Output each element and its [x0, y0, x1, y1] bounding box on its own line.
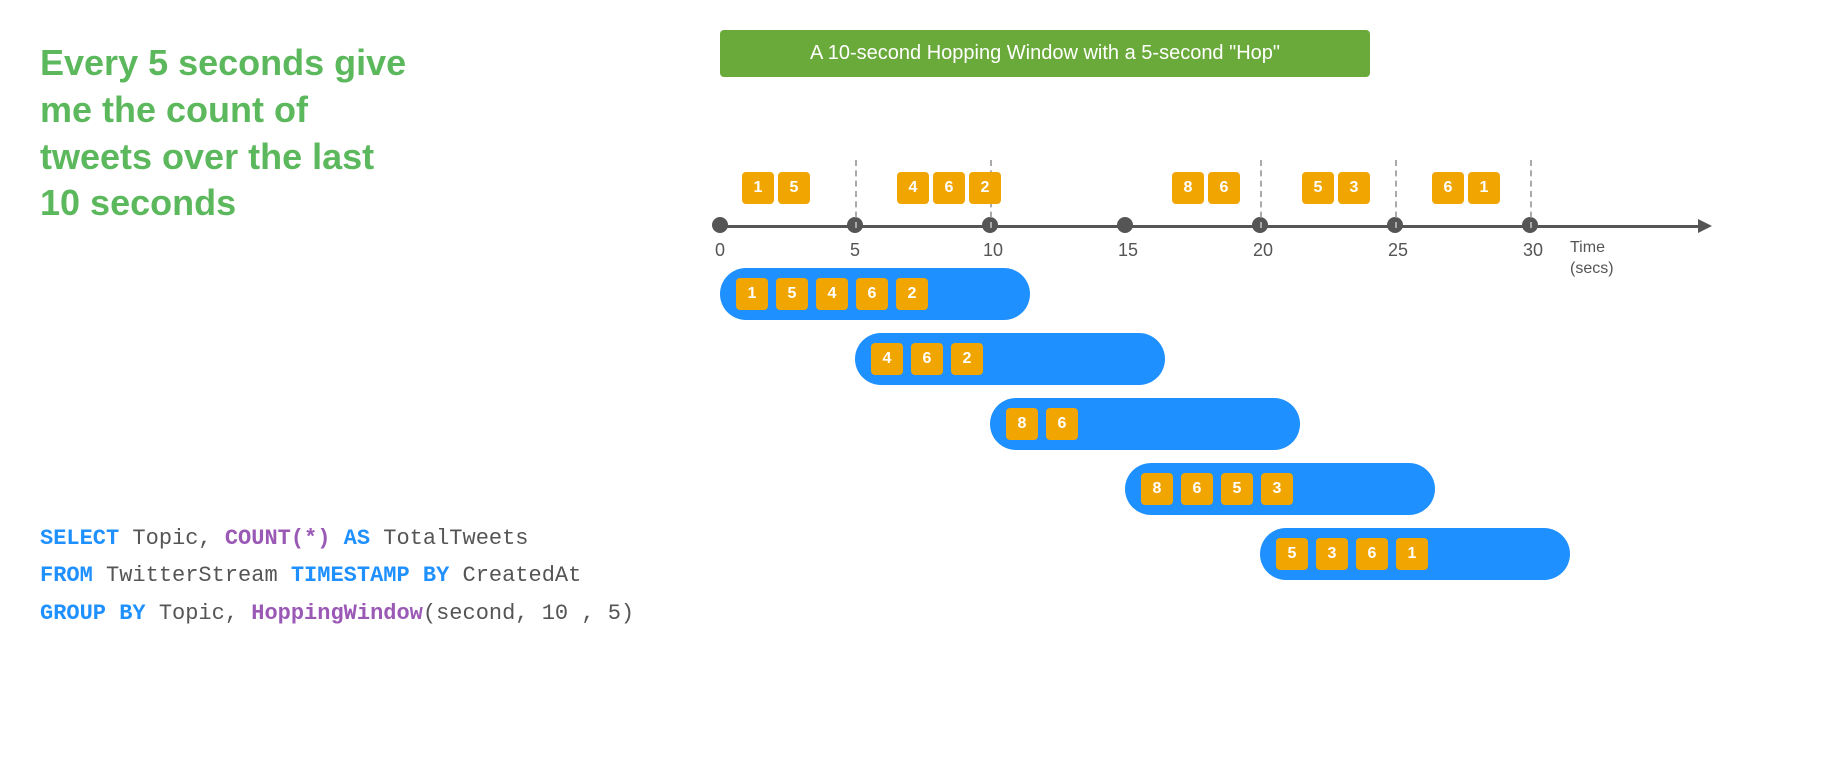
timeline-axis — [720, 225, 1700, 228]
top-badge-group-4: 5 3 — [1300, 172, 1372, 204]
sql-timestamp-kw: TIMESTAMP — [291, 563, 410, 588]
description-text: Every 5 seconds give me the count of twe… — [40, 40, 420, 227]
hop-window-2: 4 6 2 — [855, 333, 1165, 385]
sql-select-kw: SELECT — [40, 526, 119, 551]
sql-group-kw: GROUP — [40, 601, 106, 626]
timeline-label-10: 10 — [983, 240, 1003, 261]
w4-badge-6: 6 — [1181, 473, 1213, 505]
badge-6b: 6 — [1208, 172, 1240, 204]
w2-badge-4: 4 — [871, 343, 903, 375]
badge-8a: 8 — [1172, 172, 1204, 204]
w1-badge-1: 1 — [736, 278, 768, 310]
sql-as-kw: AS — [330, 526, 370, 551]
badge-6c: 6 — [1432, 172, 1464, 204]
sql-count-kw: COUNT(*) — [225, 526, 331, 551]
timeline-label-30: 30 — [1523, 240, 1543, 261]
w4-badge-3: 3 — [1261, 473, 1293, 505]
badge-1b: 1 — [1468, 172, 1500, 204]
w2-badge-6: 6 — [911, 343, 943, 375]
w5-badge-3: 3 — [1316, 538, 1348, 570]
hop-window-4: 8 6 5 3 — [1125, 463, 1435, 515]
dashed-line-25 — [1395, 160, 1397, 228]
w1-badge-6: 6 — [856, 278, 888, 310]
w1-badge-2: 2 — [896, 278, 928, 310]
sql-by2-kw: BY — [106, 601, 146, 626]
badge-1a: 1 — [742, 172, 774, 204]
w1-badge-5: 5 — [776, 278, 808, 310]
title-banner: A 10-second Hopping Window with a 5-seco… — [720, 30, 1370, 77]
badge-2a: 2 — [969, 172, 1001, 204]
sql-block: SELECT Topic, COUNT(*) AS TotalTweets FR… — [40, 520, 634, 632]
w4-badge-8: 8 — [1141, 473, 1173, 505]
w3-badge-8: 8 — [1006, 408, 1038, 440]
top-badge-group-2: 4 6 2 — [895, 172, 1003, 204]
timeline-area: 0 5 10 15 20 25 30 Time(secs) 1 5 4 6 2 … — [680, 120, 1780, 680]
badge-5b: 5 — [1302, 172, 1334, 204]
w5-badge-6: 6 — [1356, 538, 1388, 570]
dashed-line-20 — [1260, 160, 1262, 228]
sql-line1: SELECT Topic, COUNT(*) AS TotalTweets — [40, 520, 634, 557]
sql-by-kw: BY — [410, 563, 450, 588]
dashed-line-30 — [1530, 160, 1532, 228]
w5-badge-5: 5 — [1276, 538, 1308, 570]
hop-window-3: 8 6 — [990, 398, 1300, 450]
timeline-dot-0 — [712, 217, 728, 233]
sql-from-kw: FROM — [40, 563, 93, 588]
timeline-label-5: 5 — [850, 240, 860, 261]
top-badge-group-1: 1 5 — [740, 172, 812, 204]
w4-badge-5: 5 — [1221, 473, 1253, 505]
top-badge-group-3: 8 6 — [1170, 172, 1242, 204]
dashed-line-5 — [855, 160, 857, 228]
timeline-label-15: 15 — [1118, 240, 1138, 261]
badge-4a: 4 — [897, 172, 929, 204]
sql-line3: GROUP BY Topic, HoppingWindow(second, 10… — [40, 595, 634, 632]
timeline-label-25: 25 — [1388, 240, 1408, 261]
sql-line2: FROM TwitterStream TIMESTAMP BY CreatedA… — [40, 557, 634, 594]
top-badge-group-5: 6 1 — [1430, 172, 1502, 204]
hop-window-5: 5 3 6 1 — [1260, 528, 1570, 580]
timeline-dot-15 — [1117, 217, 1133, 233]
badge-3a: 3 — [1338, 172, 1370, 204]
w1-badge-4: 4 — [816, 278, 848, 310]
w5-badge-1: 1 — [1396, 538, 1428, 570]
hop-window-1: 1 5 4 6 2 — [720, 268, 1030, 320]
sql-hopping-kw: HoppingWindow — [251, 601, 423, 626]
badge-5a: 5 — [778, 172, 810, 204]
w3-badge-6: 6 — [1046, 408, 1078, 440]
w2-badge-2: 2 — [951, 343, 983, 375]
time-axis-label: Time(secs) — [1570, 238, 1614, 280]
timeline-label-0: 0 — [715, 240, 725, 261]
timeline-label-20: 20 — [1253, 240, 1273, 261]
badge-6a: 6 — [933, 172, 965, 204]
